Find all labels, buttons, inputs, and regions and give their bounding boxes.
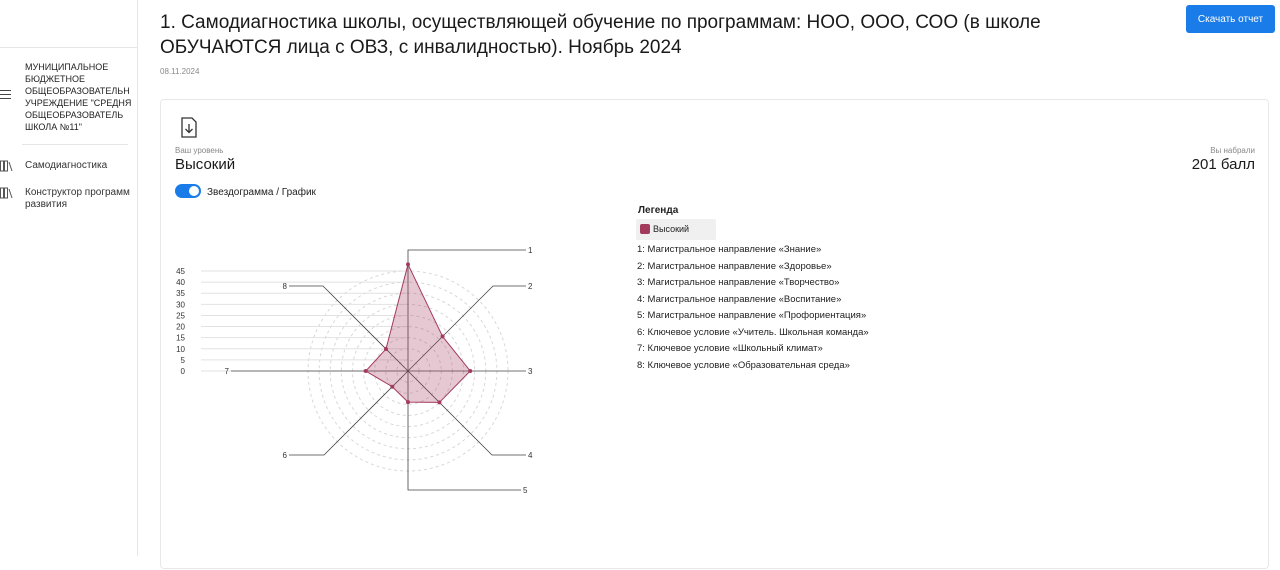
organization-name: МУНИЦИПАЛЬНОЕ БЮДЖЕТНОЕ ОБЩЕОБРАЗОВАТЕЛЬ… xyxy=(25,61,138,133)
org-line: УЧРЕЖДЕНИЕ "СРЕДНЯ xyxy=(25,98,132,108)
legend-axis-item: 7: Ключевое условие «Школьный климат» xyxy=(637,343,823,354)
sidebar-divider-top xyxy=(0,47,137,48)
legend-axis-item: 5: Магистральное направление «Профориент… xyxy=(637,310,867,321)
data-point xyxy=(437,400,442,405)
result-card: Ваш уровень Высокий Вы набрали 201 балл … xyxy=(160,99,1269,569)
scale-tick-label: 10 xyxy=(176,345,185,354)
org-line: БЮДЖЕТНОЕ xyxy=(25,74,86,84)
sidebar-item-label: Самодиагностика xyxy=(25,160,108,171)
data-point xyxy=(406,400,410,405)
scale-tick-label: 25 xyxy=(176,311,185,320)
legend-axis-item: 4: Магистральное направление «Воспитание… xyxy=(637,293,842,305)
books-icon xyxy=(0,187,13,199)
org-line: ОБЩЕОБРАЗОВАТЕЛЬН xyxy=(25,86,130,96)
legend-axis-item: 6: Ключевое условие «Учитель. Школьная к… xyxy=(637,326,869,338)
report-date: 08.11.2024 xyxy=(160,67,200,76)
scale-tick-label: 15 xyxy=(176,334,185,343)
data-point xyxy=(363,369,368,373)
axis-label: 8 xyxy=(283,282,288,291)
legend-axis-item: 2: Магистральное направление «Здоровье» xyxy=(637,260,832,272)
legend-swatch xyxy=(640,224,650,234)
axis-label: 5 xyxy=(523,486,528,495)
scale-tick-label: 45 xyxy=(176,267,185,276)
axis-label: 1 xyxy=(528,246,533,255)
legend-axes-list: 1: Магистральное направление «Знание» 2:… xyxy=(637,244,869,376)
legend-axis-item: 1: Магистральное направление «Знание» xyxy=(637,244,822,255)
axis-label: 3 xyxy=(528,367,533,376)
legend-axis-item: 8: Ключевое условие «Образовательная сре… xyxy=(637,359,850,371)
scale-tick-label: 20 xyxy=(176,323,185,332)
legend-series-chip[interactable]: Высокий xyxy=(636,219,716,240)
axis-label: 6 xyxy=(283,451,288,460)
legend-series-label: Высокий xyxy=(653,224,690,234)
sidebar-divider xyxy=(22,144,128,145)
books-icon xyxy=(0,160,13,172)
axis-label: 4 xyxy=(528,451,533,460)
data-point xyxy=(384,347,389,352)
sidebar: МУНИЦИПАЛЬНОЕ БЮДЖЕТНОЕ ОБЩЕОБРАЗОВАТЕЛЬ… xyxy=(0,0,138,556)
sidebar-item-label: Конструктор программ развития xyxy=(25,187,130,210)
scale-tick-label: 5 xyxy=(181,356,186,365)
scale-tick-label: 30 xyxy=(176,300,185,309)
download-report-button[interactable]: Скачать отчет xyxy=(1186,5,1275,33)
data-point xyxy=(390,384,395,389)
data-point xyxy=(440,334,445,339)
legend-axis-item: 3: Магистральное направление «Творчество… xyxy=(637,277,840,288)
org-line: ОБЩЕОБРАЗОВАТЕЛЬ xyxy=(25,110,124,120)
legend-title: Легенда xyxy=(638,205,679,216)
scale-tick-label: 35 xyxy=(176,289,185,298)
data-point xyxy=(468,369,473,373)
page-title: 1. Самодиагностика школы, осуществляющей… xyxy=(160,12,1041,58)
scale-tick-label: 40 xyxy=(176,278,185,287)
series-area xyxy=(364,262,471,403)
axis-label: 2 xyxy=(528,282,533,291)
axis-label: 7 xyxy=(225,367,230,376)
scale-tick-label: 0 xyxy=(181,367,186,376)
data-point xyxy=(406,262,410,267)
org-line: ШКОЛА №11" xyxy=(25,122,82,132)
menu-icon[interactable] xyxy=(0,90,12,102)
org-line: МУНИЦИПАЛЬНОЕ xyxy=(25,62,109,72)
